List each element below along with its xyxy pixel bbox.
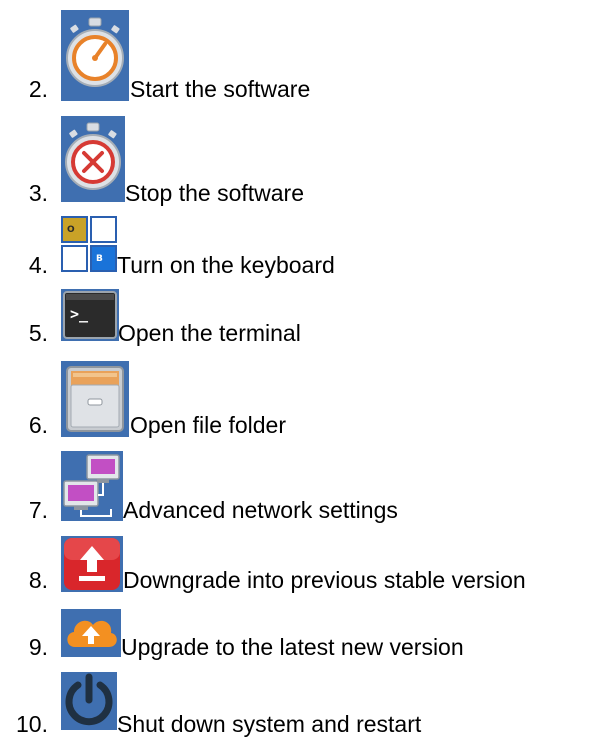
item-label: Shut down system and restart xyxy=(117,711,422,737)
item-label: Start the software xyxy=(130,76,311,102)
keyboard-key-b: B xyxy=(96,254,103,264)
item-number: 2. xyxy=(28,76,48,102)
item-number: 7. xyxy=(28,497,48,523)
item-label: Upgrade to the latest new version xyxy=(121,634,464,660)
list-item: 5. >_ Open the terminal xyxy=(0,280,603,350)
item-number: 3. xyxy=(28,180,48,206)
item-number: 8. xyxy=(28,567,48,593)
network-icon xyxy=(61,451,123,521)
item-label: Downgrade into previous stable version xyxy=(123,567,526,593)
item-label: Open the terminal xyxy=(118,320,301,346)
stopwatch-start-icon xyxy=(61,10,129,101)
list-item: 8. Downgrade into previous stable versio… xyxy=(0,527,603,597)
downgrade-icon xyxy=(61,536,123,592)
item-label: Turn on the keyboard xyxy=(117,252,335,278)
terminal-prompt: >_ xyxy=(70,305,89,323)
list-item: 3. Stop the software xyxy=(0,105,603,206)
keyboard-icon: O B xyxy=(61,216,117,272)
item-number: 6. xyxy=(28,412,48,438)
list-item: 9. Upgrade to the latest new version xyxy=(0,597,603,664)
item-label: Open file folder xyxy=(130,412,286,438)
list-item: 4. O B Turn on the keyboard xyxy=(0,205,603,280)
power-icon xyxy=(61,672,117,730)
item-number: 10. xyxy=(16,711,48,737)
item-number: 5. xyxy=(28,320,48,346)
list-item: 6. Open file folder xyxy=(0,350,603,442)
item-number: 4. xyxy=(28,252,48,278)
terminal-icon: >_ xyxy=(61,289,119,341)
stopwatch-stop-icon xyxy=(61,116,125,202)
file-cabinet-icon xyxy=(61,361,129,437)
list-item: 10. Shut down system and restart xyxy=(0,664,603,742)
cloud-upgrade-icon xyxy=(61,609,121,657)
list-item: 2. Start the software xyxy=(0,0,603,105)
list-item: 7. Advanced network settings xyxy=(0,442,603,527)
page: { "items": [ {"number": "2.", "icon": "s… xyxy=(0,0,603,742)
keyboard-key-o: O xyxy=(67,225,75,235)
item-label: Advanced network settings xyxy=(123,497,398,523)
item-number: 9. xyxy=(28,634,48,660)
item-label: Stop the software xyxy=(125,180,304,206)
